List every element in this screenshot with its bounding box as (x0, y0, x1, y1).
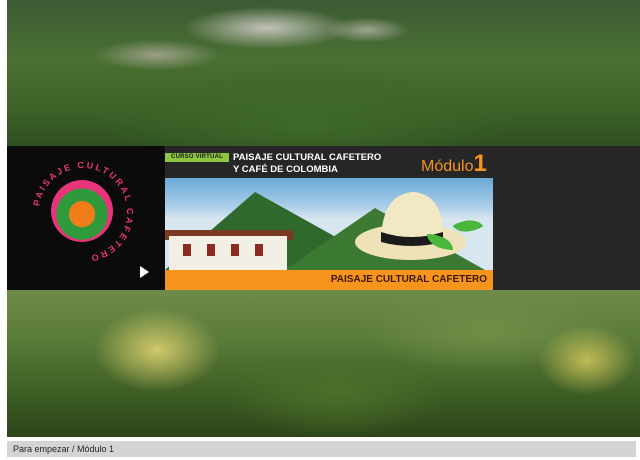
module-label: Módulo (421, 158, 474, 175)
hero-stage: PAISAJE CULTURAL CAFETERO CURSO VIRTUAL … (7, 0, 640, 437)
breadcrumb-bar: Para empezar / Módulo 1 (7, 441, 636, 457)
course-tag: CURSO VIRTUAL (165, 153, 229, 162)
course-banner: PAISAJE CULTURAL CAFETERO CURSO VIRTUAL … (7, 146, 640, 290)
logo-emblem (51, 180, 113, 242)
course-title-line1: PAISAJE CULTURAL CAFETERO (233, 152, 382, 163)
course-photo (165, 178, 493, 270)
town-landscape-photo (7, 0, 640, 146)
play-icon[interactable] (140, 266, 149, 278)
course-subtitle-bar: PAISAJE CULTURAL CAFETERO (165, 270, 493, 290)
coffee-plantation-photo (7, 290, 640, 437)
module-heading: Módulo1 (421, 152, 487, 179)
logo-video-tile[interactable]: PAISAJE CULTURAL CAFETERO (7, 146, 165, 290)
course-subtitle: PAISAJE CULTURAL CAFETERO (330, 274, 487, 285)
module-number: 1 (473, 150, 487, 177)
course-title-line2: Y CAFÉ DE COLOMBIA (233, 164, 338, 175)
sombrero-icon (355, 192, 466, 260)
breadcrumb[interactable]: Para empezar / Módulo 1 (13, 443, 114, 455)
